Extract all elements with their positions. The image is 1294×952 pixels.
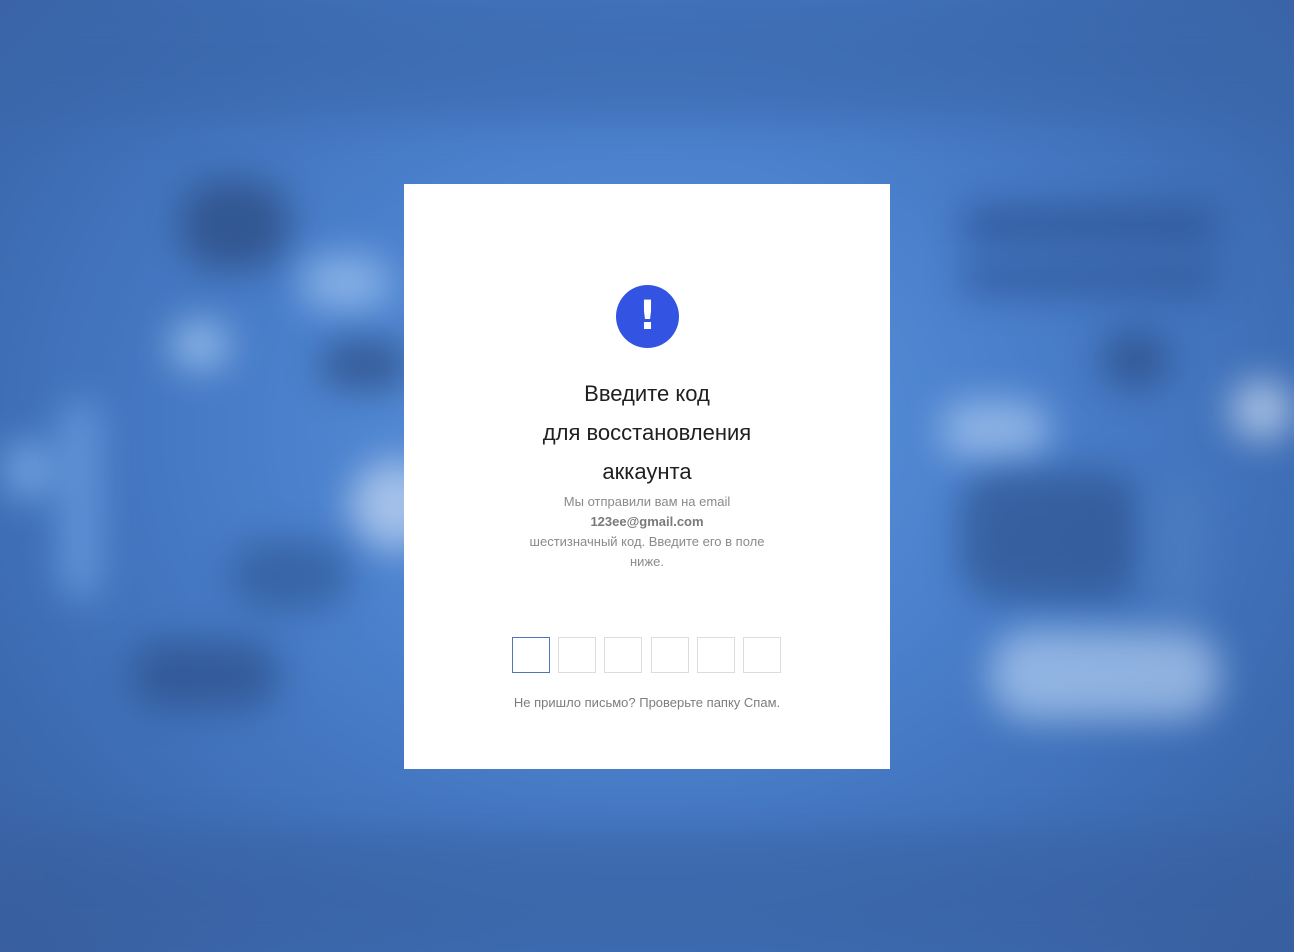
code-input-row	[512, 637, 782, 673]
recipient-email: 123ee@gmail.com	[590, 514, 704, 529]
code-digit-5-input[interactable]	[697, 637, 735, 673]
description-line: ниже.	[630, 554, 664, 569]
description-line: шестизначный код. Введите его в поле	[529, 534, 765, 549]
dialog-title-line: аккаунта	[602, 459, 692, 484]
code-digit-3-input[interactable]	[604, 637, 642, 673]
code-digit-1-input[interactable]	[512, 637, 550, 673]
dialog-description: Мы отправили вам на email 123ee@gmail.co…	[517, 492, 777, 572]
recovery-code-dialog: ! Введите код для восстановления аккаунт…	[404, 184, 890, 769]
spam-folder-hint: Не пришло письмо? Проверьте папку Спам.	[513, 695, 781, 710]
dialog-title: Введите код для восстановления аккаунта	[404, 374, 890, 491]
dialog-title-line: Введите код	[584, 381, 710, 406]
code-digit-4-input[interactable]	[651, 637, 689, 673]
code-digit-2-input[interactable]	[558, 637, 596, 673]
exclamation-icon: !	[616, 285, 679, 348]
dialog-title-line: для восстановления	[542, 420, 752, 445]
description-line: Мы отправили вам на email	[563, 494, 731, 509]
code-digit-6-input[interactable]	[743, 637, 781, 673]
